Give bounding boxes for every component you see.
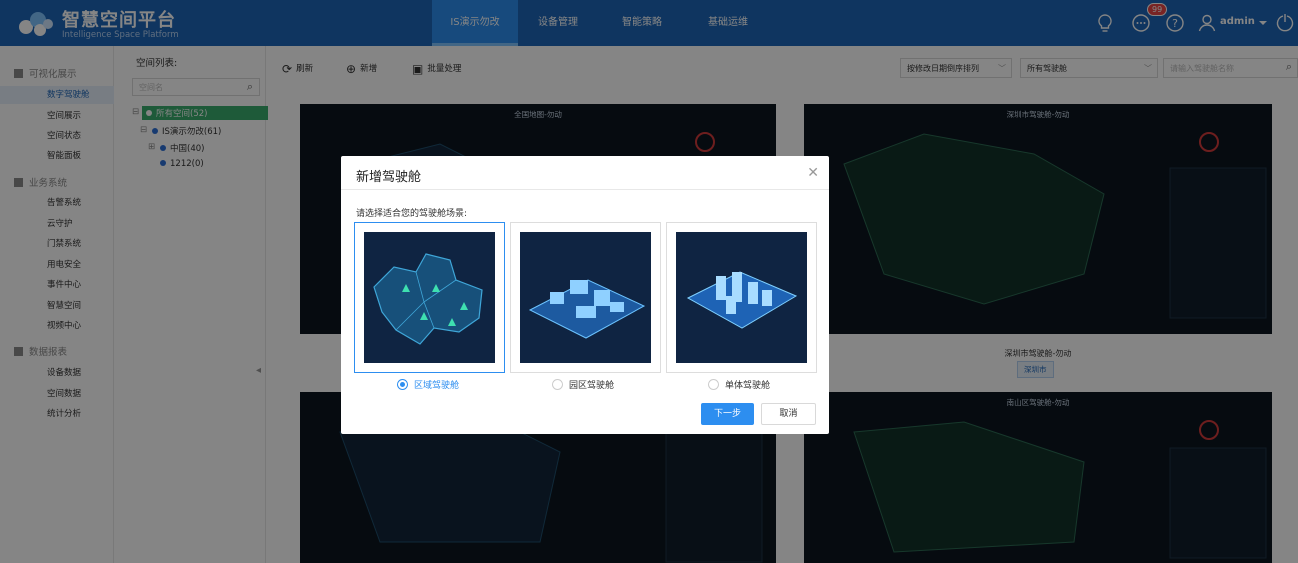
radio-building[interactable]: 单体驾驶舱 [708,378,770,391]
option-card-park[interactable] [510,222,661,373]
option-card-region[interactable] [354,222,505,373]
next-button[interactable]: 下一步 [701,403,754,425]
radio-unselected-icon [552,379,563,390]
dialog-prompt: 请选择适合您的驾驶舱场景: [356,209,468,219]
radio-selected-icon [397,379,408,390]
building-scene-icon [676,232,807,363]
cancel-button[interactable]: 取消 [761,403,816,425]
dialog-title: 新增驾驶舱 [356,170,422,185]
option-card-building[interactable] [666,222,817,373]
radio-park[interactable]: 园区驾驶舱 [552,378,614,391]
close-icon[interactable]: ✕ [807,165,819,181]
add-cockpit-dialog: 新增驾驶舱 ✕ 请选择适合您的驾驶舱场景: 区域驾驶舱 园区驾驶舱 单体驾驶舱 … [341,156,829,434]
park-scene-icon [520,232,651,363]
radio-unselected-icon [708,379,719,390]
radio-region[interactable]: 区域驾驶舱 [397,378,459,391]
region-map-icon [364,232,495,363]
divider [341,189,829,190]
